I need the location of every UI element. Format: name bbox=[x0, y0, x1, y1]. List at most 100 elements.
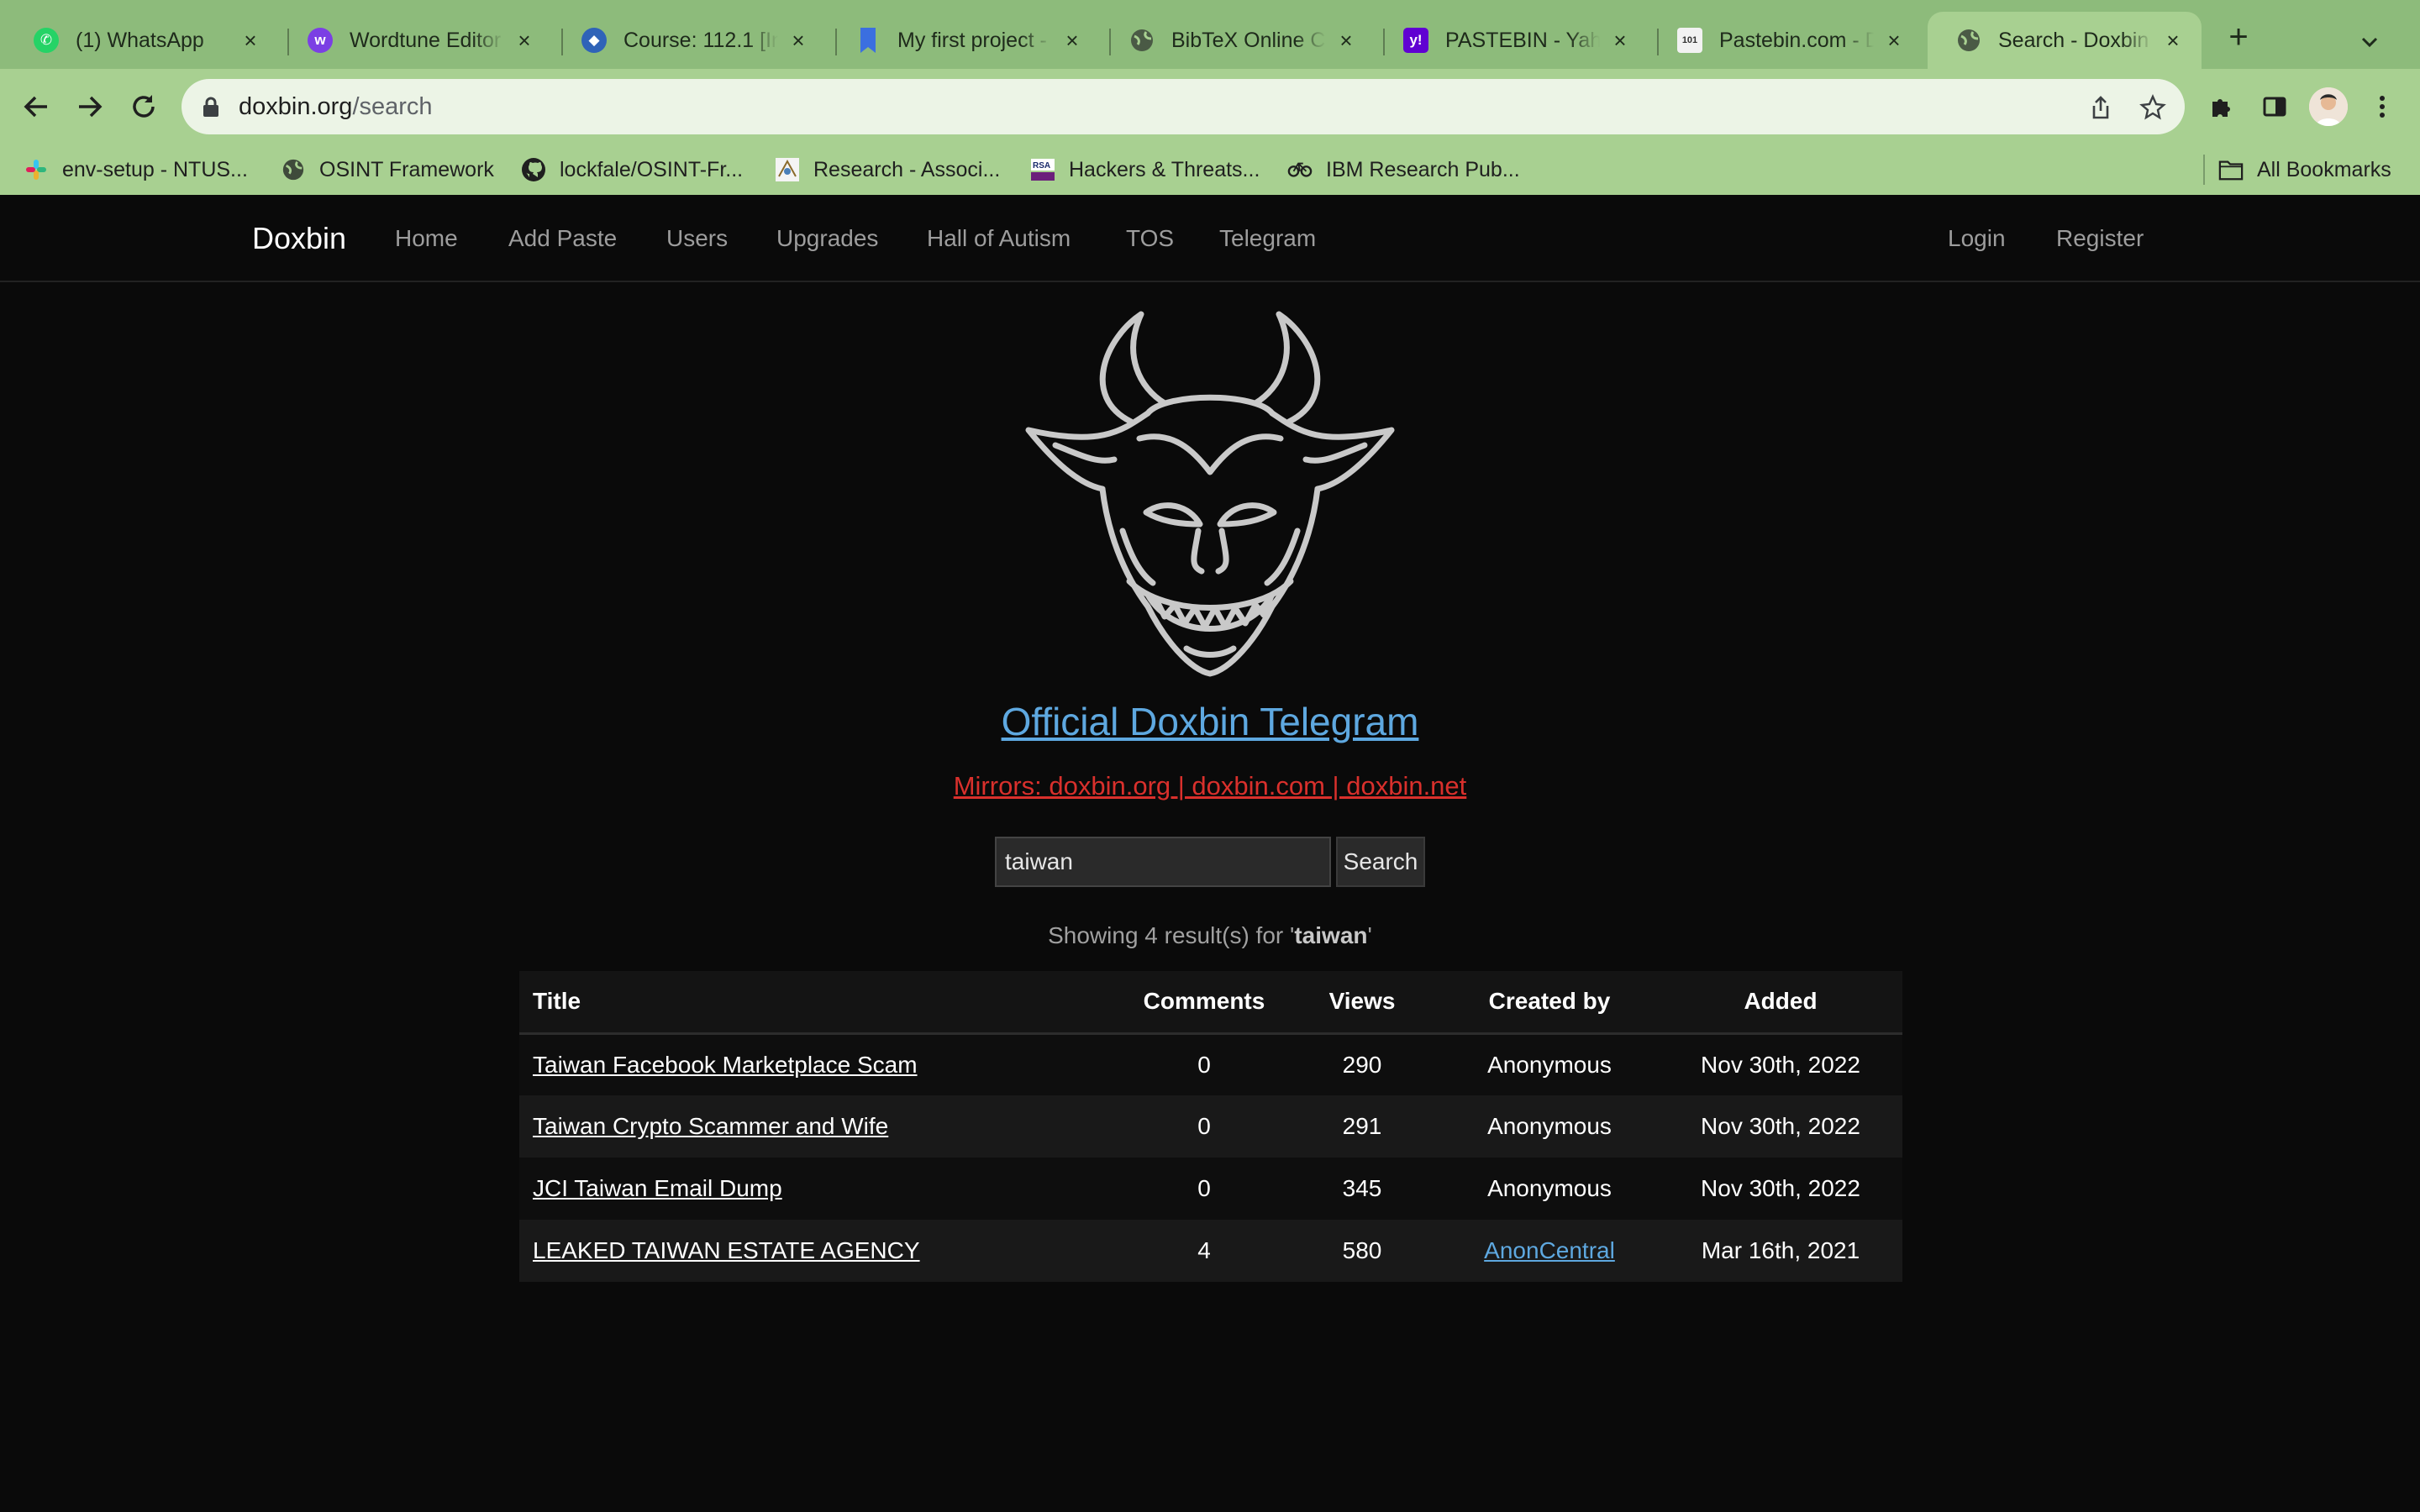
doxbin-page: Doxbin Home Add Paste Users Upgrades Hal… bbox=[0, 195, 2420, 1512]
tab-title: Course: 112.1 [In bbox=[623, 28, 778, 52]
new-tab-button[interactable]: + bbox=[2222, 20, 2255, 54]
share-icon[interactable] bbox=[2087, 94, 2114, 121]
bookmark-research[interactable]: Research - Associ... bbox=[775, 144, 1000, 195]
tab-bibtex[interactable]: BibTeX Online Co × bbox=[1101, 12, 1375, 69]
lock-icon[interactable] bbox=[200, 96, 222, 118]
tab-course[interactable]: ◆ Course: 112.1 [In × bbox=[553, 12, 827, 69]
tab-wordtune[interactable]: w Wordtune Editor × bbox=[279, 12, 553, 69]
cell-title: Taiwan Facebook Marketplace Scam bbox=[519, 1033, 1124, 1095]
cell-created-by: Anonymous bbox=[1440, 1033, 1659, 1095]
demon-logo bbox=[1025, 311, 1395, 677]
cell-added: Nov 30th, 2022 bbox=[1659, 1158, 1902, 1220]
bookmark-icon bbox=[855, 28, 881, 53]
telegram-link[interactable]: Official Doxbin Telegram bbox=[0, 699, 2420, 744]
results-table: Title Comments Views Created by Added Ta… bbox=[519, 971, 1902, 1282]
tab-search-button[interactable] bbox=[2353, 25, 2386, 59]
search-input[interactable] bbox=[995, 837, 1331, 887]
cell-created-by: Anonymous bbox=[1440, 1158, 1659, 1220]
url-text[interactable]: doxbin.org/search bbox=[239, 79, 433, 134]
close-icon[interactable]: × bbox=[1608, 28, 1632, 53]
pastebin-icon: 101 bbox=[1677, 28, 1702, 53]
cell-views: 580 bbox=[1284, 1220, 1440, 1282]
tab-title: Wordtune Editor bbox=[350, 28, 502, 52]
tab-whatsapp[interactable]: ✆ (1) WhatsApp × bbox=[5, 12, 279, 69]
tab-title: Pastebin.com - D bbox=[1719, 28, 1874, 52]
forward-button[interactable] bbox=[71, 87, 109, 126]
nav-upgrades[interactable]: Upgrades bbox=[776, 195, 878, 282]
nav-add-paste[interactable]: Add Paste bbox=[508, 195, 617, 282]
paste-link[interactable]: JCI Taiwan Email Dump bbox=[533, 1175, 782, 1201]
slack-icon bbox=[24, 157, 49, 182]
cell-added: Nov 30th, 2022 bbox=[1659, 1033, 1902, 1095]
close-icon[interactable]: × bbox=[513, 28, 536, 53]
nav-hall-of-autism[interactable]: Hall of Autism bbox=[927, 195, 1071, 282]
cell-title: LEAKED TAIWAN ESTATE AGENCY bbox=[519, 1220, 1124, 1282]
tab-yahoo[interactable]: y! PASTEBIN - Yaho × bbox=[1375, 12, 1649, 69]
address-bar[interactable]: doxbin.org/search bbox=[182, 79, 2185, 134]
user-profile-link[interactable]: AnonCentral bbox=[1484, 1237, 1615, 1263]
research-icon bbox=[775, 157, 800, 182]
bookmark-ibm-research[interactable]: IBM Research Pub... bbox=[1287, 144, 1520, 195]
bookmark-label: Hackers & Threats... bbox=[1069, 157, 1260, 181]
close-icon[interactable]: × bbox=[1334, 28, 1358, 53]
folder-icon bbox=[2218, 157, 2244, 182]
close-icon[interactable]: × bbox=[786, 28, 810, 53]
cell-comments: 0 bbox=[1124, 1158, 1284, 1220]
bookmark-osint-framework[interactable]: OSINT Framework bbox=[281, 144, 494, 195]
kebab-menu-icon bbox=[2380, 96, 2385, 118]
site-brand[interactable]: Doxbin bbox=[252, 195, 346, 282]
bookmark-hackers-threats[interactable]: RSA Hackers & Threats... bbox=[1030, 144, 1260, 195]
bookmark-lockfale[interactable]: lockfale/OSINT-Fr... bbox=[521, 144, 743, 195]
url-host: doxbin.org bbox=[239, 93, 353, 120]
bookmarks-divider bbox=[2203, 155, 2205, 185]
nav-tos[interactable]: TOS bbox=[1126, 195, 1174, 282]
cell-views: 290 bbox=[1284, 1033, 1440, 1095]
browser-menu-button[interactable] bbox=[2363, 87, 2402, 126]
cell-title: JCI Taiwan Email Dump bbox=[519, 1158, 1124, 1220]
cell-created-by: AnonCentral bbox=[1440, 1220, 1659, 1282]
close-icon[interactable]: × bbox=[2161, 28, 2185, 53]
reload-icon bbox=[133, 95, 155, 118]
back-button[interactable] bbox=[17, 87, 55, 126]
tab-search-doxbin[interactable]: Search - Doxbin × bbox=[1928, 12, 2202, 69]
nav-telegram[interactable]: Telegram bbox=[1219, 195, 1316, 282]
bookmark-env-setup[interactable]: env-setup - NTUS... bbox=[24, 144, 248, 195]
cell-created-by: Anonymous bbox=[1440, 1095, 1659, 1158]
paste-link[interactable]: Taiwan Facebook Marketplace Scam bbox=[533, 1052, 918, 1078]
bookmark-label: IBM Research Pub... bbox=[1326, 157, 1520, 181]
tab-pastebin[interactable]: 101 Pastebin.com - D × bbox=[1649, 12, 1923, 69]
extensions-button[interactable] bbox=[2202, 87, 2240, 126]
globe-icon bbox=[281, 157, 306, 182]
nav-register[interactable]: Register bbox=[2056, 195, 2144, 282]
all-bookmarks-button[interactable]: All Bookmarks bbox=[2218, 144, 2391, 195]
cell-comments: 4 bbox=[1124, 1220, 1284, 1282]
cell-comments: 0 bbox=[1124, 1095, 1284, 1158]
cell-title: Taiwan Crypto Scammer and Wife bbox=[519, 1095, 1124, 1158]
nav-home[interactable]: Home bbox=[395, 195, 458, 282]
table-header-row: Title Comments Views Created by Added bbox=[519, 971, 1902, 1035]
bookmark-label: env-setup - NTUS... bbox=[62, 157, 248, 181]
star-icon[interactable] bbox=[2139, 94, 2166, 121]
chevron-down-icon bbox=[2361, 37, 2378, 48]
column-header-comments: Comments bbox=[1124, 971, 1284, 1035]
paste-link[interactable]: Taiwan Crypto Scammer and Wife bbox=[533, 1113, 888, 1139]
nav-login[interactable]: Login bbox=[1948, 195, 2006, 282]
column-header-title: Title bbox=[519, 971, 1124, 1035]
all-bookmarks-label: All Bookmarks bbox=[2257, 157, 2391, 181]
search-button[interactable]: Search bbox=[1336, 837, 1425, 887]
nav-users[interactable]: Users bbox=[666, 195, 728, 282]
mirrors-link[interactable]: Mirrors: doxbin.org | doxbin.com | doxbi… bbox=[0, 771, 2420, 801]
reload-button[interactable] bbox=[124, 87, 163, 126]
close-icon[interactable]: × bbox=[239, 28, 262, 53]
tab-title: Search - Doxbin bbox=[1998, 28, 2149, 52]
side-panel-button[interactable] bbox=[2255, 87, 2294, 126]
bookmark-label: lockfale/OSINT-Fr... bbox=[560, 157, 744, 181]
results-summary: Showing 4 result(s) for 'taiwan' bbox=[0, 922, 2420, 949]
close-icon[interactable]: × bbox=[1060, 28, 1084, 53]
tab-my-first-project[interactable]: My first project - × bbox=[827, 12, 1101, 69]
profile-avatar[interactable] bbox=[2309, 87, 2348, 126]
bookmarks-bar: env-setup - NTUS... OSINT Framework lock… bbox=[0, 144, 2420, 195]
paste-link[interactable]: LEAKED TAIWAN ESTATE AGENCY bbox=[533, 1237, 920, 1263]
close-icon[interactable]: × bbox=[1882, 28, 1906, 53]
tab-title: (1) WhatsApp bbox=[76, 28, 204, 52]
